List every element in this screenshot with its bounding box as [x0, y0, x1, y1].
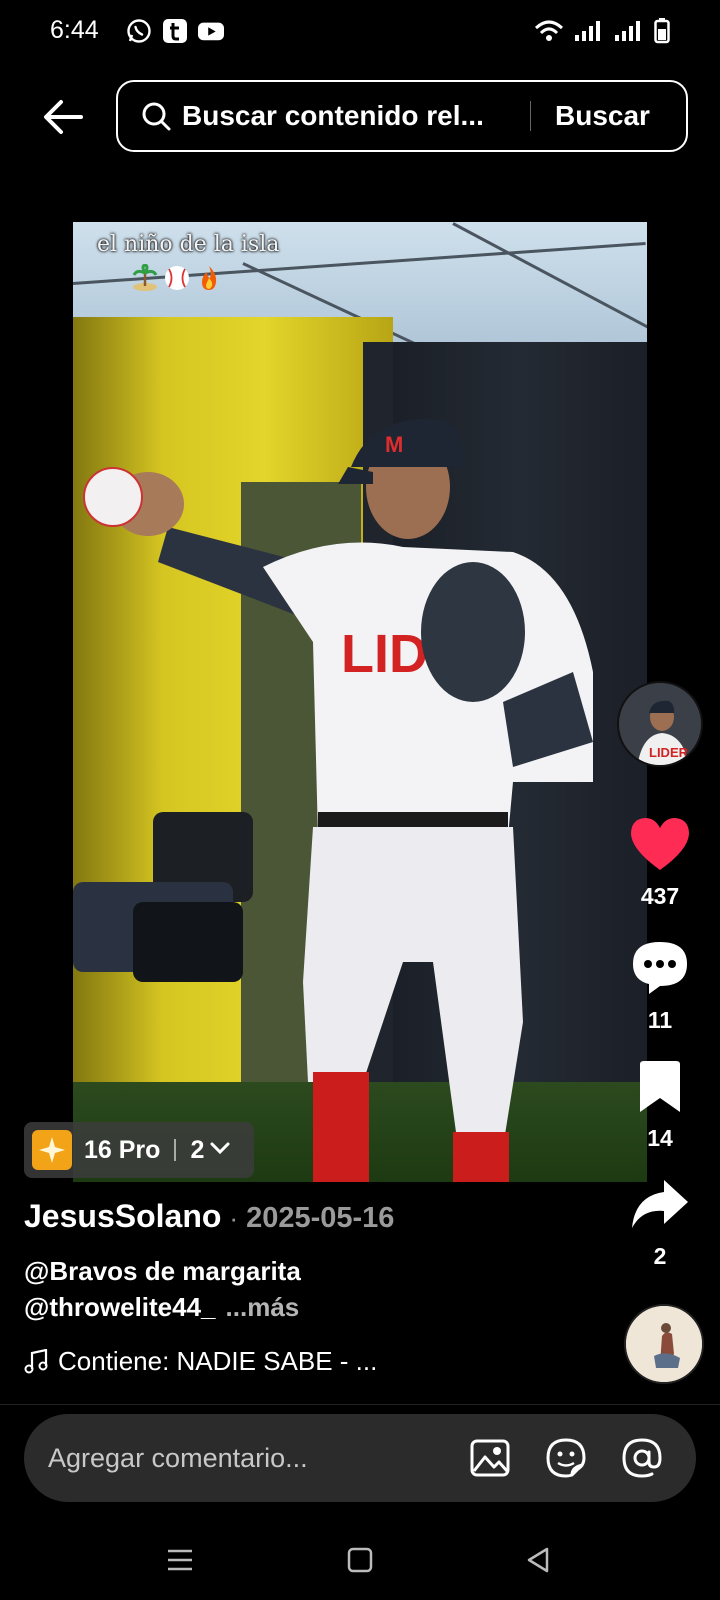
music-disc[interactable] — [624, 1304, 704, 1384]
system-nav-bar — [0, 1520, 720, 1600]
back-button[interactable] — [38, 92, 88, 142]
status-indicators — [534, 18, 670, 49]
heart-icon — [631, 818, 689, 870]
video-player[interactable]: LIDER M el niño de la isla — [73, 222, 647, 1182]
status-bar: 6:44 — [0, 0, 720, 64]
like-button[interactable]: 437 — [620, 816, 700, 910]
music-note-icon — [24, 1348, 48, 1373]
mention-link[interactable]: @throwelite44_ — [24, 1292, 216, 1323]
signal-icon — [574, 19, 604, 48]
badge-separator — [174, 1139, 177, 1161]
post-date: 2025-05-16 — [246, 1202, 395, 1234]
search-icon — [140, 100, 172, 132]
baseball-icon — [163, 264, 191, 297]
menu-icon[interactable] — [160, 1540, 200, 1580]
search-divider — [530, 101, 531, 131]
comment-bubble-icon — [633, 942, 687, 994]
back-triangle-icon[interactable] — [518, 1540, 558, 1580]
youtube-icon — [198, 18, 224, 44]
svg-text:LIDER: LIDER — [649, 745, 689, 760]
chevron-down-icon — [210, 1141, 230, 1160]
author-avatar[interactable]: LIDER — [617, 681, 703, 767]
search-box[interactable]: Buscar contenido rel... Buscar — [116, 80, 688, 152]
badge-label: 16 Pro — [84, 1135, 161, 1164]
save-button[interactable]: 14 — [620, 1060, 700, 1152]
author-row: JesusSolano · 2025-05-16 — [24, 1198, 394, 1235]
caption-row: @throwelite44_ ...más — [24, 1292, 299, 1323]
comment-bar: Agregar comentario... — [24, 1414, 696, 1502]
tumblr-icon — [162, 18, 188, 44]
sticker-icon[interactable] — [544, 1436, 588, 1480]
comment-button[interactable]: 11 — [620, 938, 700, 1034]
share-arrow-icon — [632, 1180, 688, 1228]
bookmark-icon — [640, 1061, 680, 1112]
video-caption-title: el niño de la isla — [97, 232, 280, 257]
badge-count: 2 — [190, 1135, 205, 1164]
search-button[interactable]: Buscar — [555, 100, 650, 132]
status-time: 6:44 — [50, 16, 99, 44]
music-row[interactable]: Contiene: NADIE SABE - ... — [24, 1346, 377, 1377]
avatar-image: LIDER — [619, 683, 701, 765]
mention-link[interactable]: @Bravos de margarita — [24, 1256, 301, 1287]
sparkle-icon — [32, 1130, 72, 1170]
date-separator: · — [229, 1203, 239, 1233]
wifi-icon — [534, 19, 564, 48]
whatsapp-icon — [126, 18, 152, 44]
fire-icon — [195, 264, 223, 297]
effect-badge[interactable]: 16 Pro 2 — [24, 1122, 254, 1178]
author-name[interactable]: JesusSolano — [24, 1198, 221, 1235]
arrow-left-icon — [44, 100, 83, 134]
island-icon — [131, 263, 159, 297]
at-mention-icon[interactable] — [620, 1436, 664, 1480]
battery-icon — [654, 18, 670, 49]
share-count: 2 — [653, 1243, 667, 1269]
comment-count: 11 — [647, 1007, 673, 1033]
video-caption-emoji — [131, 263, 223, 297]
divider — [0, 1404, 720, 1405]
save-count: 14 — [647, 1125, 673, 1151]
album-cover-image — [626, 1306, 702, 1382]
baseball-player-figure: LIDER M — [83, 418, 593, 1182]
music-label: Contiene: NADIE SABE - ... — [58, 1346, 378, 1376]
svg-text:M: M — [385, 432, 403, 457]
image-icon[interactable] — [468, 1436, 512, 1480]
share-button[interactable]: 2 — [620, 1178, 700, 1270]
search-input[interactable]: Buscar contenido rel... — [182, 100, 512, 132]
more-link[interactable]: ...más — [226, 1292, 300, 1323]
signal-icon — [614, 19, 644, 48]
home-square-icon[interactable] — [340, 1540, 380, 1580]
like-count: 437 — [640, 883, 680, 909]
status-app-icons — [126, 18, 224, 44]
comment-input[interactable]: Agregar comentario... — [48, 1443, 468, 1474]
